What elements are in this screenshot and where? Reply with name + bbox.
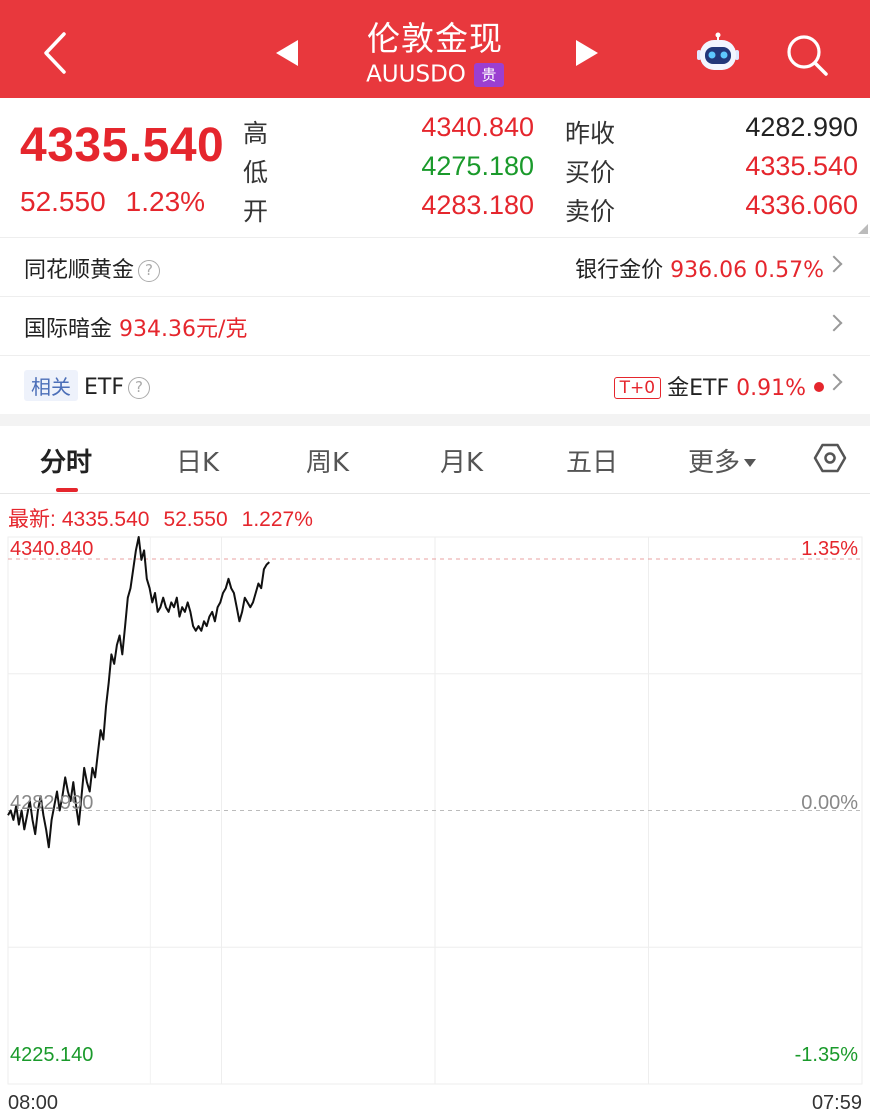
help-icon[interactable]: ? <box>128 377 150 399</box>
latest-label: 最新: <box>8 508 56 531</box>
change-percent: 1.23% <box>125 186 206 217</box>
price-change: 52.550 1.23% <box>20 186 205 218</box>
tab-monthly-k[interactable]: 月K <box>440 442 483 479</box>
y-tick-right-mid: 0.00% <box>801 792 858 814</box>
help-icon[interactable]: ? <box>138 260 161 282</box>
chevron-right-icon[interactable] <box>825 255 843 273</box>
intraday-chart[interactable] <box>0 534 870 1119</box>
current-price: 4335.540 <box>20 119 225 172</box>
bid-label: 买价 <box>565 158 616 187</box>
bid-value: 4335.540 <box>745 151 858 181</box>
expand-corner-icon[interactable] <box>858 224 868 234</box>
open-label: 开 <box>243 197 269 226</box>
related-etf-cell: 相关 ETF? <box>24 370 150 401</box>
bank-gold-pct: 0.57% <box>754 258 824 283</box>
ask-value: 4336.060 <box>745 190 858 220</box>
intl-gold-label: 国际暗金 <box>24 317 113 342</box>
bank-gold[interactable]: 银行金价 936.06 0.57% <box>575 252 824 284</box>
bank-gold-label: 银行金价 <box>575 258 664 283</box>
ask-label: 卖价 <box>565 197 616 226</box>
tab-daily-k[interactable]: 日K <box>176 442 219 479</box>
chevron-right-icon[interactable] <box>825 314 843 332</box>
related-etf-row[interactable]: 相关 ETF? T+0 金ETF 0.91% <box>0 355 870 414</box>
gold-etf-label: 金ETF <box>667 376 730 401</box>
header-bar: 伦敦金现 AUUSDO 贵 <box>0 0 870 98</box>
prev-close-value: 4282.990 <box>745 112 858 142</box>
y-tick-low: 4225.140 <box>10 1044 94 1066</box>
t0-tag: T+0 <box>613 377 662 399</box>
prev-close-label: 昨收 <box>565 119 616 148</box>
x-tick-end: 07:59 <box>811 1092 862 1114</box>
ths-gold-label: 同花顺黄金 <box>24 258 135 283</box>
etf-label: ETF <box>84 375 124 400</box>
latest-pct: 1.227% <box>241 508 313 531</box>
robot-assistant-icon[interactable] <box>694 32 742 76</box>
tab-more-label: 更多 <box>688 448 741 478</box>
latest-change: 52.550 <box>163 508 228 531</box>
high-label: 高 <box>243 119 269 148</box>
x-tick-start: 08:00 <box>8 1092 59 1114</box>
back-arrow-icon[interactable] <box>38 30 74 76</box>
next-triangle-icon[interactable] <box>576 40 598 66</box>
high-value: 4340.840 <box>421 112 534 142</box>
search-icon[interactable] <box>784 32 830 78</box>
section-divider <box>0 414 870 426</box>
instrument-code: AUUSDO 贵 <box>300 61 570 88</box>
latest-price: 4335.540 <box>61 508 150 531</box>
change-amount: 52.550 <box>20 186 106 217</box>
ths-gold-row[interactable]: 同花顺黄金? 银行金价 936.06 0.57% <box>0 237 870 296</box>
intl-gold-value: 934.36元/克 <box>119 317 248 342</box>
chart-tabs: 分时 日K 周K 月K 五日 更多 <box>0 426 870 494</box>
tab-weekly-k[interactable]: 周K <box>306 442 349 479</box>
y-tick-right-high: 1.35% <box>801 538 858 560</box>
bank-gold-value: 936.06 <box>670 258 748 283</box>
category-badge: 贵 <box>473 62 504 87</box>
related-tag: 相关 <box>24 370 78 401</box>
low-label: 低 <box>243 158 269 187</box>
intl-gold-row[interactable]: 国际暗金 934.36元/克 <box>0 296 870 355</box>
tab-five-day[interactable]: 五日 <box>566 442 618 479</box>
tab-intraday[interactable]: 分时 <box>40 442 92 479</box>
prev-triangle-icon[interactable] <box>276 40 298 66</box>
gold-etf[interactable]: T+0 金ETF 0.91% <box>613 370 824 402</box>
caret-down-icon <box>744 459 757 467</box>
instrument-code-text: AUUSDO <box>366 61 466 88</box>
settings-hexagon-icon[interactable] <box>812 440 848 476</box>
chevron-right-icon[interactable] <box>825 373 843 391</box>
y-tick-right-low: -1.35% <box>794 1044 858 1066</box>
gold-etf-pct: 0.91% <box>736 376 806 401</box>
latest-readout: 最新: 4335.540 52.550 1.227% <box>8 503 313 533</box>
low-value: 4275.180 <box>421 151 534 181</box>
y-tick-mid: 4282.990 <box>10 792 94 814</box>
y-tick-high: 4340.840 <box>10 538 94 560</box>
tab-more[interactable]: 更多 <box>688 442 757 479</box>
open-value: 4283.180 <box>421 190 534 220</box>
red-dot-icon <box>814 382 824 392</box>
page-title: 伦敦金现 <box>367 19 503 58</box>
intl-gold-cell: 国际暗金 934.36元/克 <box>24 311 247 343</box>
active-tab-indicator <box>56 488 78 492</box>
ths-gold-cell: 同花顺黄金? <box>24 252 161 284</box>
